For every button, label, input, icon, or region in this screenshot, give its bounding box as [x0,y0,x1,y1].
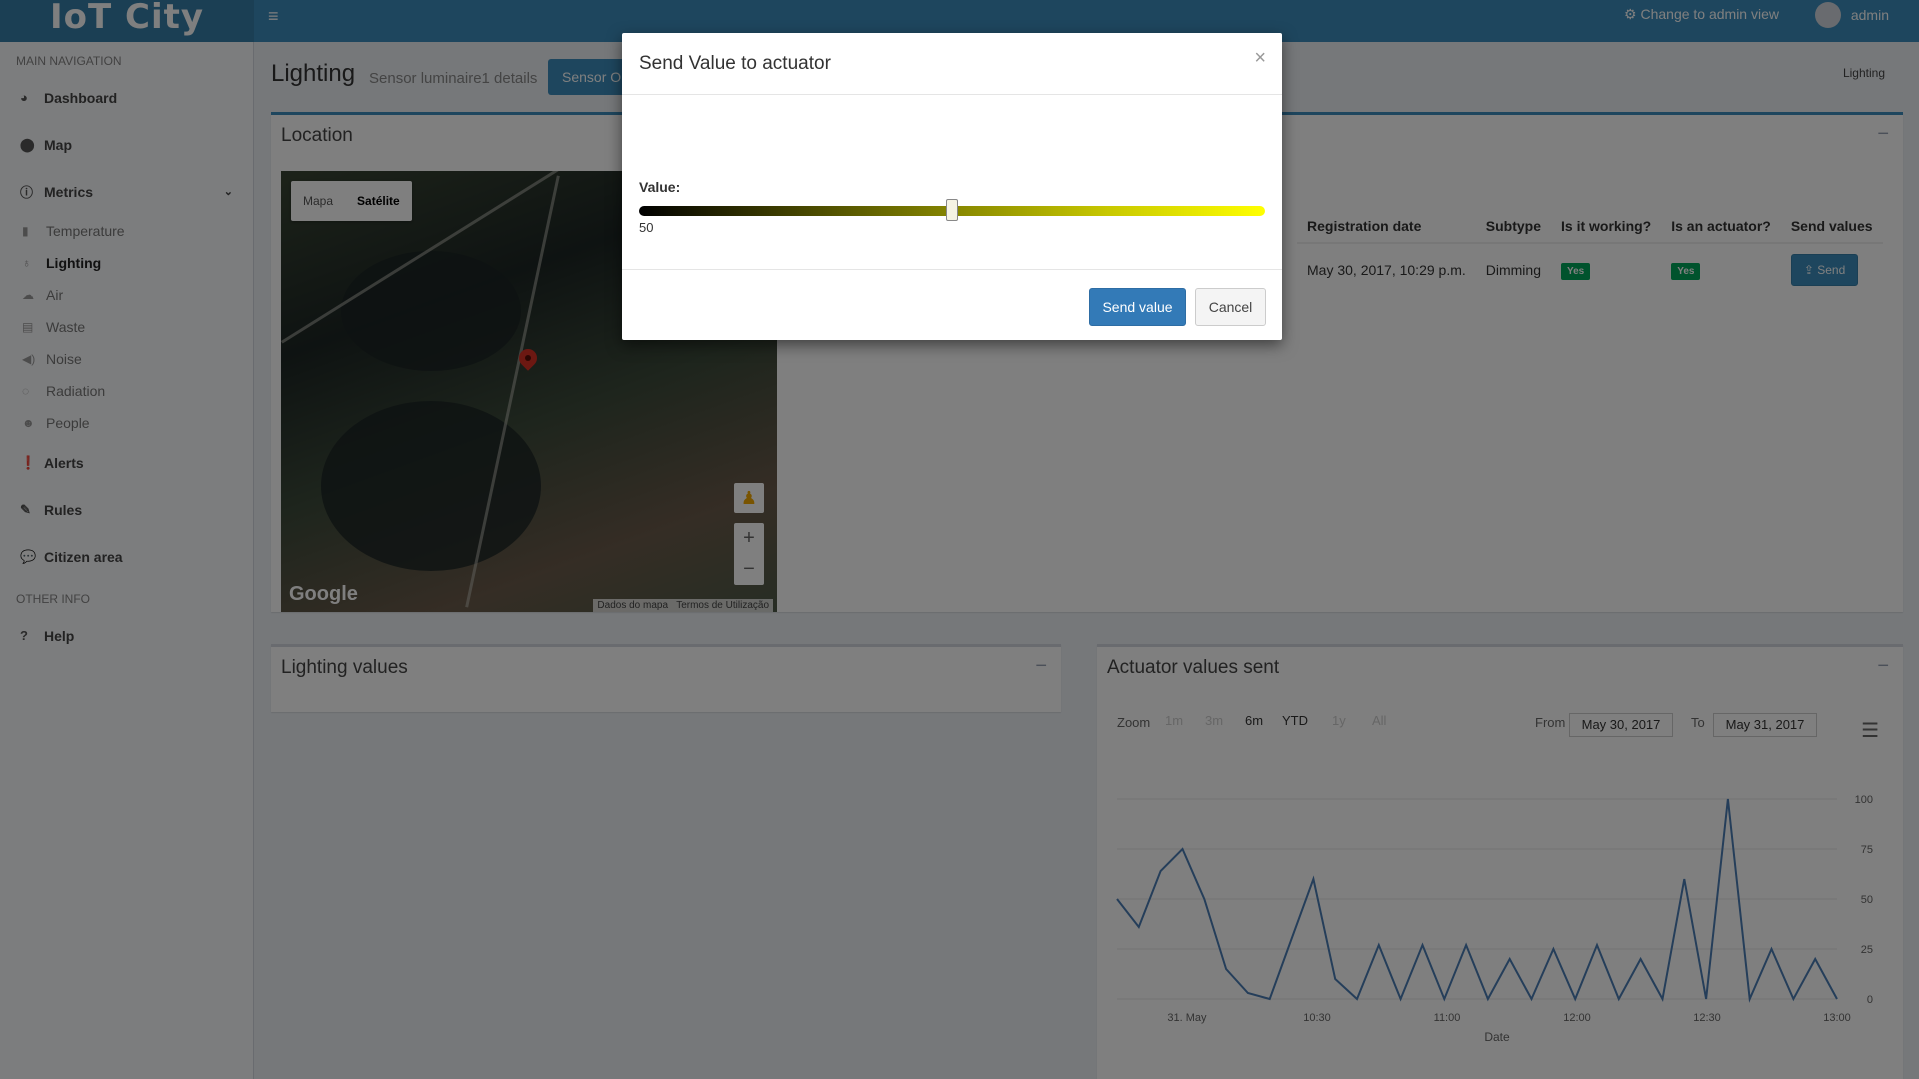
send-value-modal: Send Value to actuator × Value: 50 Send … [622,33,1282,340]
cancel-button[interactable]: Cancel [1195,288,1266,326]
send-value-button[interactable]: Send value [1089,288,1186,326]
close-icon[interactable]: × [1254,47,1266,70]
divider [622,94,1282,95]
value-readout: 50 [639,220,654,235]
modal-title: Send Value to actuator [639,53,831,74]
divider [622,269,1282,270]
value-slider-handle[interactable] [946,199,958,221]
value-label: Value: [639,179,681,195]
